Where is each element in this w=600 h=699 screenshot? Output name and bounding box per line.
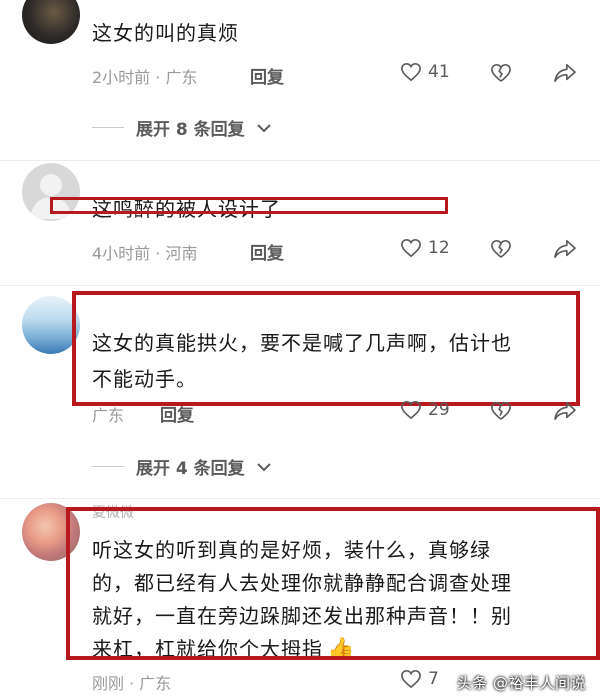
chevron-down-icon — [256, 462, 271, 471]
like-button[interactable]: 12 — [400, 238, 450, 258]
comment-meta: 刚刚 · 广东 — [92, 674, 172, 693]
dislike-button[interactable] — [490, 239, 512, 263]
broken-heart-icon — [491, 239, 511, 258]
dislike-button[interactable] — [490, 401, 512, 425]
comment-text: 这女的叫的真烦 — [92, 21, 239, 45]
expand-label: 展开 8 条回复 — [136, 120, 245, 140]
like-count: 12 — [428, 238, 450, 258]
reply-button[interactable]: 回复 — [160, 401, 194, 426]
like-count: 41 — [428, 62, 450, 82]
broken-heart-icon — [491, 401, 511, 420]
heart-icon — [401, 238, 421, 258]
heart-icon — [401, 62, 421, 82]
avatar[interactable] — [22, 0, 80, 44]
divider — [0, 160, 600, 161]
like-count: 7 — [428, 669, 439, 689]
share-button[interactable] — [553, 401, 577, 425]
like-count: 29 — [428, 400, 450, 420]
expand-replies[interactable]: 展开 4 条回复 — [92, 454, 271, 479]
watermark: 头条 @裕丰人间说 — [456, 674, 586, 692]
comment-meta: 4小时前 · 河南 — [92, 244, 198, 263]
expand-line — [92, 466, 124, 467]
divider — [0, 498, 600, 499]
like-button[interactable]: 41 — [400, 62, 450, 82]
share-button[interactable] — [553, 63, 577, 87]
chevron-down-icon — [256, 123, 271, 132]
expand-replies[interactable]: 展开 8 条回复 — [92, 115, 271, 140]
share-arrow-icon — [554, 63, 576, 82]
highlight-box — [66, 507, 600, 660]
share-arrow-icon — [554, 240, 576, 258]
heart-icon — [401, 669, 421, 689]
comment-meta: 2小时前 · 广东 — [92, 68, 198, 87]
dislike-button[interactable] — [490, 63, 512, 87]
reply-button[interactable]: 回复 — [250, 239, 284, 264]
reply-button[interactable]: 回复 — [250, 63, 284, 88]
heart-icon — [401, 400, 421, 420]
expand-line — [92, 127, 124, 128]
broken-heart-icon — [491, 63, 511, 82]
like-button[interactable]: 29 — [400, 400, 450, 420]
highlight-box — [72, 291, 580, 406]
share-arrow-icon — [554, 402, 576, 420]
comment-meta: 广东 — [92, 406, 125, 425]
share-button[interactable] — [553, 239, 577, 263]
highlight-box — [50, 197, 448, 214]
like-button[interactable]: 7 — [400, 669, 439, 689]
expand-label: 展开 4 条回复 — [136, 459, 245, 479]
divider — [0, 285, 600, 286]
